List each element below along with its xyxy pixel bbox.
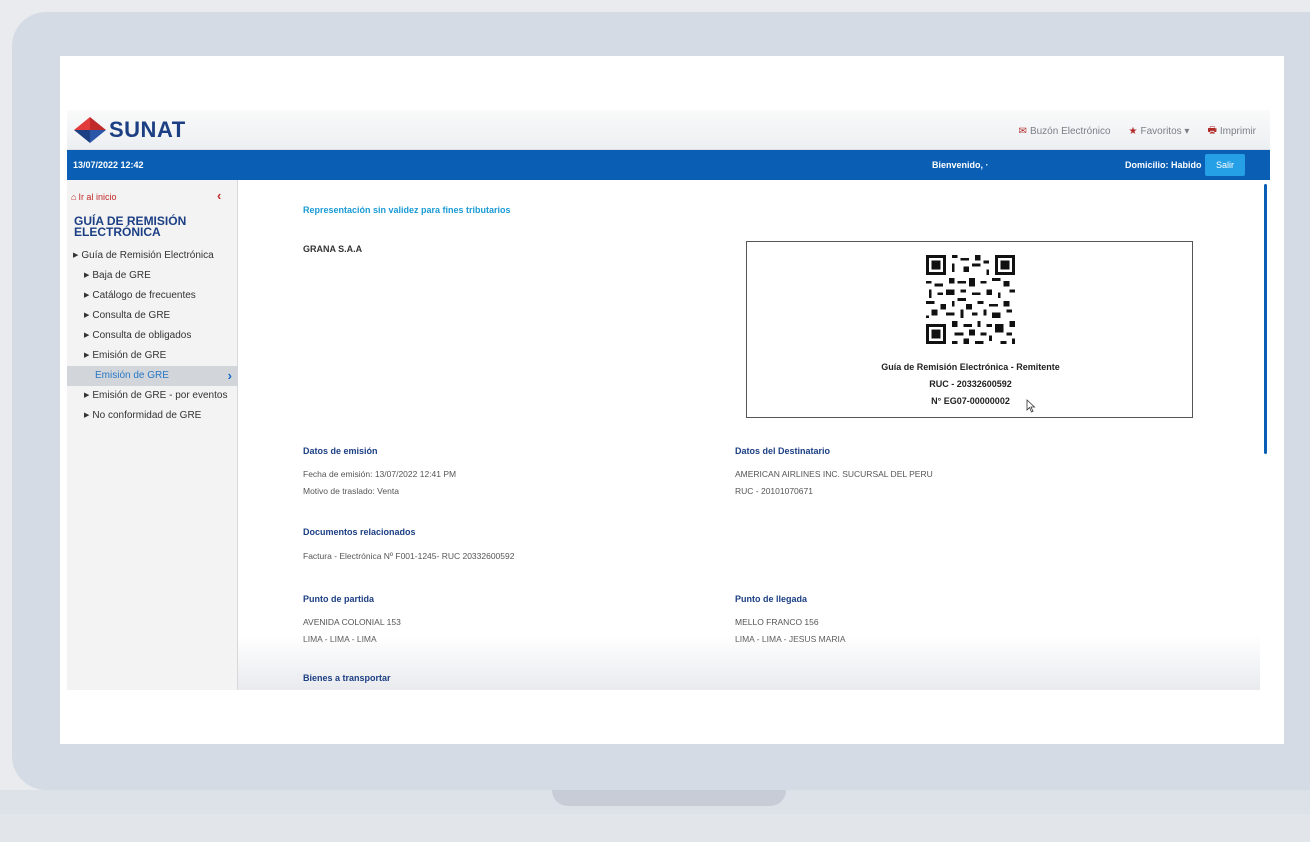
documentos-heading: Documentos relacionados (303, 527, 416, 537)
favorites-link[interactable]: ★ Favoritos ▾ (1129, 123, 1190, 140)
home-link[interactable]: ⌂ Ir al inicio (71, 192, 116, 202)
sidebar-item-label: Catálogo de frecuentes (92, 290, 196, 301)
sidebar-title: GUÍA DE REMISIÓN ELECTRÓNICA (74, 214, 187, 239)
sidebar-item-consulta-gre[interactable]: ▶ Consulta de GRE (67, 306, 238, 326)
qr-code-icon (923, 252, 1018, 347)
session-bar: 13/07/2022 12:42 Bienvenido, · Domicilio… (67, 150, 1270, 180)
llegada-line1: MELLO FRANCO 156 (735, 617, 819, 627)
sidebar-item-label: Guía de Remisión Electrónica (81, 250, 214, 261)
content-scrollbar[interactable] (1260, 180, 1270, 690)
triangle-icon: ▶ (84, 292, 90, 299)
sidebar-item-emision-gre[interactable]: ▶ Emisión de GRE (67, 346, 238, 366)
welcome-text: Bienvenido, · (932, 160, 989, 170)
main-content: Representación sin validez para fines tr… (238, 180, 1270, 690)
sidebar-item-label: No conformidad de GRE (92, 410, 202, 421)
screen: SUNAT ✉ Buzón Electrónico ★ Favoritos ▾ … (60, 56, 1284, 744)
sidebar-menu: ▶ Guía de Remisión Electrónica ▶ Baja de… (67, 246, 238, 426)
triangle-icon: ▶ (84, 312, 90, 319)
destinatario-heading: Datos del Destinatario (735, 446, 831, 456)
laptop-base (0, 790, 1310, 842)
favorites-label: Favoritos ▾ (1140, 126, 1190, 137)
envelope-icon: ✉ (1018, 126, 1027, 137)
sidebar-item-label: Consulta de GRE (92, 310, 171, 321)
mouse-cursor-icon (1026, 399, 1036, 413)
sunat-logo-icon (74, 117, 106, 143)
sidebar-item-baja-gre[interactable]: ▶ Baja de GRE (67, 266, 238, 286)
company-name: GRANA S.A.A (303, 244, 363, 254)
qr-box: Guía de Remisión Electrónica - Remitente… (746, 241, 1193, 418)
triangle-icon: ▶ (84, 332, 90, 339)
gre-ruc: RUC - 20332600592 (929, 379, 1012, 389)
validity-note: Representación sin validez para fines tr… (303, 205, 511, 215)
emision-motivo: Motivo de traslado: Venta (303, 486, 399, 496)
documentos-item: Factura - Electrónica Nº F001-1245- RUC … (303, 551, 515, 561)
bienes-heading: Bienes a transportar (303, 673, 391, 683)
triangle-icon: ▶ (84, 272, 90, 279)
sidebar-item-emision-eventos[interactable]: ▶ Emisión de GRE - por eventos (67, 386, 238, 406)
sidebar-item-guia-remision[interactable]: ▶ Guía de Remisión Electrónica (67, 246, 238, 266)
mailbox-link[interactable]: ✉ Buzón Electrónico (1019, 123, 1111, 140)
partida-line2: LIMA - LIMA - LIMA (303, 634, 377, 644)
triangle-icon: ▶ (84, 352, 90, 359)
logout-button[interactable]: Salir (1205, 154, 1245, 176)
destinatario-ruc: RUC - 20101070671 (735, 486, 813, 496)
print-label: Imprimir (1219, 126, 1256, 137)
sidebar-item-label: Emisión de GRE - por eventos (92, 390, 228, 401)
top-header: SUNAT ✉ Buzón Electrónico ★ Favoritos ▾ … (67, 110, 1270, 150)
sunat-app: SUNAT ✉ Buzón Electrónico ★ Favoritos ▾ … (67, 110, 1270, 690)
chevron-right-icon: › (227, 368, 232, 383)
destinatario-name: AMERICAN AIRLINES INC. SUCURSAL DEL PERU (735, 469, 933, 479)
sidebar-item-catalogo[interactable]: ▶ Catálogo de frecuentes (67, 286, 238, 306)
gre-type: Guía de Remisión Electrónica - Remitente (881, 362, 1060, 372)
triangle-icon: ▶ (84, 412, 90, 419)
sidebar-collapse-icon[interactable]: ‹ (217, 188, 221, 203)
partida-heading: Punto de partida (303, 594, 375, 604)
sidebar-item-no-conformidad[interactable]: ▶ No conformidad de GRE (67, 406, 238, 426)
sunat-logo[interactable]: SUNAT (73, 116, 186, 144)
star-icon: ★ (1128, 126, 1138, 137)
sidebar-item-label: Emisión de GRE (92, 350, 167, 361)
sidebar-item-label: Emisión de GRE (95, 370, 169, 381)
print-link[interactable]: 🖶 Imprimir (1207, 123, 1256, 140)
printer-icon: 🖶 (1207, 125, 1217, 136)
scrollbar-thumb[interactable] (1264, 184, 1267, 454)
emision-fecha: Fecha de emisión: 13/07/2022 12:41 PM (303, 469, 457, 479)
sidebar-item-consulta-obligados[interactable]: ▶ Consulta de obligados (67, 326, 238, 346)
logo-text: SUNAT (109, 117, 186, 142)
session-datetime: 13/07/2022 12:42 (73, 160, 144, 170)
llegada-heading: Punto de llegada (735, 594, 808, 604)
domicilio-status: Domicilio: Habido (1125, 160, 1202, 170)
home-label: Ir al inicio (78, 192, 117, 202)
emision-heading: Datos de emisión (303, 446, 378, 456)
header-links: ✉ Buzón Electrónico ★ Favoritos ▾ 🖶 Impr… (1019, 123, 1256, 140)
sidebar-item-emision-gre-active[interactable]: Emisión de GRE › (67, 366, 238, 386)
gre-number: N° EG07-00000002 (931, 396, 1010, 406)
triangle-icon: ▶ (84, 392, 90, 399)
mailbox-label: Buzón Electrónico (1029, 126, 1111, 137)
partida-line1: AVENIDA COLONIAL 153 (303, 617, 401, 627)
sidebar: ⌂ Ir al inicio ‹ GUÍA DE REMISIÓN ELECTR… (67, 180, 238, 690)
home-icon: ⌂ (71, 192, 77, 202)
sidebar-item-label: Consulta de obligados (92, 330, 192, 341)
sidebar-item-label: Baja de GRE (92, 270, 151, 281)
laptop-notch (552, 790, 786, 806)
triangle-icon: ▶ (73, 252, 79, 259)
llegada-line2: LIMA - LIMA - JESUS MARIA (735, 634, 846, 644)
